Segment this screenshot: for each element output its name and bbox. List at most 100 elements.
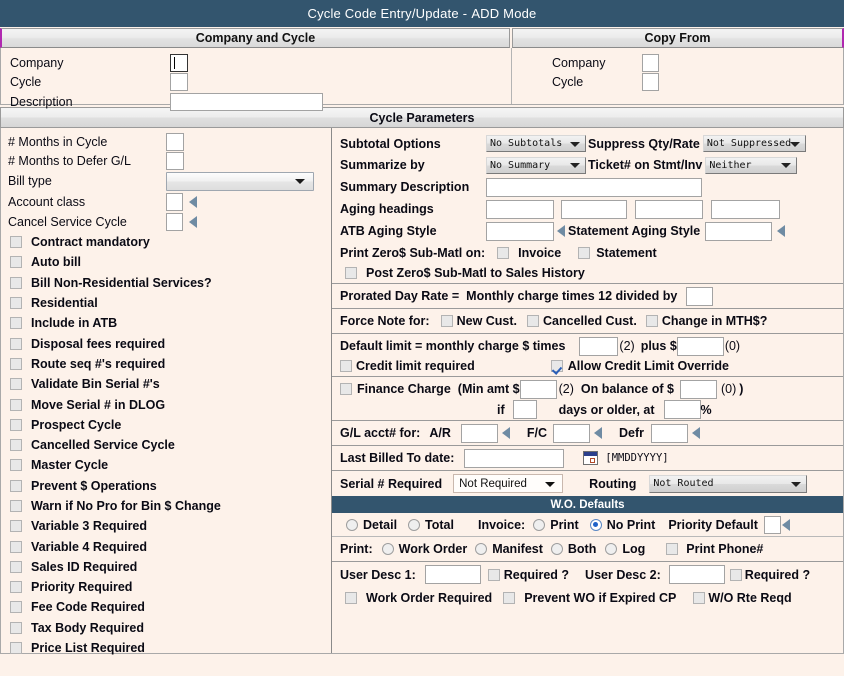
account-class-input[interactable]	[166, 192, 183, 211]
list-item[interactable]: Variable 3 Required	[1, 516, 331, 536]
list-item[interactable]: Disposal fees required	[1, 333, 331, 353]
checkbox[interactable]	[10, 479, 22, 492]
list-item[interactable]: Include in ATB	[1, 313, 331, 333]
subtotal-options-dropdown[interactable]: No Subtotals	[486, 135, 586, 152]
finance-charge-checkbox[interactable]	[340, 383, 352, 395]
months-to-defer-input[interactable]	[166, 151, 184, 170]
checkbox[interactable]	[10, 256, 22, 269]
checkbox[interactable]	[10, 520, 22, 533]
gl-defr-input[interactable]	[651, 423, 689, 443]
list-item[interactable]: Validate Bin Serial #'s	[1, 374, 331, 394]
finance-on-balance-input[interactable]	[679, 379, 717, 399]
summary-description-input[interactable]	[486, 177, 702, 197]
routing-dropdown[interactable]: Not Routed	[649, 474, 808, 493]
atb-aging-style-lookup-icon[interactable]	[557, 225, 565, 237]
checkbox[interactable]	[10, 317, 22, 330]
list-item[interactable]: Prospect Cycle	[1, 415, 331, 435]
gl-ar-input[interactable]	[460, 423, 498, 443]
print-phone-checkbox[interactable]	[666, 543, 679, 555]
allow-credit-override-checkbox[interactable]	[550, 360, 563, 372]
list-item[interactable]: Move Serial # in DLOG	[1, 394, 331, 414]
checkbox[interactable]	[10, 276, 22, 289]
list-item[interactable]: Contract mandatory	[1, 232, 331, 252]
checkbox[interactable]	[10, 337, 22, 350]
checkbox[interactable]	[10, 621, 22, 634]
work-order-required-checkbox[interactable]	[345, 592, 357, 604]
tab-copy-from[interactable]: Copy From	[512, 28, 844, 48]
aging-heading-input-2[interactable]	[561, 199, 627, 219]
list-item[interactable]: Auto bill	[1, 252, 331, 272]
user-desc1-input[interactable]	[424, 565, 481, 584]
prorated-divisor-input[interactable]	[686, 286, 714, 306]
user-desc1-required-checkbox[interactable]	[487, 568, 500, 581]
wo-invoice-print-radio[interactable]	[533, 518, 546, 531]
suppress-qty-rate-dropdown[interactable]: Not Suppressed	[702, 135, 806, 152]
cancel-service-cycle-input[interactable]	[166, 212, 183, 231]
description-input[interactable]	[170, 92, 323, 111]
checkbox[interactable]	[10, 418, 22, 431]
checkbox[interactable]	[10, 236, 22, 249]
list-item[interactable]: Cancelled Service Cycle	[1, 435, 331, 455]
checkbox[interactable]	[10, 560, 22, 573]
wo-total-radio[interactable]	[408, 518, 421, 531]
copy-from-cycle-input[interactable]	[642, 73, 659, 91]
wo-invoice-noprint-radio[interactable]	[589, 518, 602, 531]
statement-aging-style-lookup-icon[interactable]	[777, 225, 786, 237]
months-in-cycle-input[interactable]	[166, 132, 184, 151]
bill-type-dropdown[interactable]	[166, 171, 314, 191]
user-desc2-input[interactable]	[668, 565, 725, 584]
cycle-input[interactable]	[170, 73, 188, 91]
statement-aging-style-input[interactable]	[705, 221, 773, 241]
checkbox[interactable]	[10, 378, 22, 391]
list-item[interactable]: Priority Required	[1, 577, 331, 597]
force-note-new-cust-checkbox[interactable]	[440, 315, 453, 327]
list-item[interactable]: Bill Non-Residential Services?	[1, 273, 331, 293]
list-item[interactable]: Route seq #'s required	[1, 354, 331, 374]
list-item[interactable]: Warn if No Pro for Bin $ Change	[1, 496, 331, 516]
force-note-cancelled-cust-checkbox[interactable]	[527, 315, 540, 327]
user-desc2-required-checkbox[interactable]	[729, 568, 742, 581]
gl-fc-input[interactable]	[553, 423, 591, 443]
print-log-radio[interactable]	[605, 543, 618, 555]
last-billed-input[interactable]	[464, 448, 565, 468]
copy-from-company-input[interactable]	[642, 53, 659, 72]
summarize-by-dropdown[interactable]: No Summary	[486, 156, 586, 174]
finance-rate-input[interactable]	[663, 400, 701, 419]
aging-heading-input-4[interactable]	[711, 199, 780, 219]
checkbox[interactable]	[10, 500, 22, 512]
company-input[interactable]	[170, 53, 188, 72]
list-item[interactable]: Residential	[1, 293, 331, 313]
print-both-radio[interactable]	[550, 543, 563, 555]
wo-rte-reqd-checkbox[interactable]	[693, 592, 706, 604]
wo-detail-radio[interactable]	[346, 518, 358, 531]
checkbox[interactable]	[10, 601, 22, 614]
print-zero-statement-checkbox[interactable]	[578, 246, 591, 259]
checkbox[interactable]	[10, 459, 22, 472]
aging-heading-input-3[interactable]	[635, 199, 703, 219]
print-zero-invoice-checkbox[interactable]	[497, 246, 510, 259]
list-item[interactable]: Sales ID Required	[1, 557, 331, 577]
checkbox[interactable]	[10, 297, 22, 310]
default-limit-times-input[interactable]	[579, 336, 619, 356]
print-manifest-radio[interactable]	[475, 543, 488, 555]
list-item[interactable]: Tax Body Required	[1, 618, 331, 638]
gl-ar-lookup-icon[interactable]	[501, 427, 510, 439]
checkbox[interactable]	[10, 439, 22, 452]
gl-fc-lookup-icon[interactable]	[594, 427, 603, 439]
post-zero-checkbox[interactable]	[345, 267, 357, 279]
list-item[interactable]: Fee Code Required	[1, 597, 331, 617]
finance-days-input[interactable]	[512, 400, 537, 419]
ticket-on-stmt-dropdown[interactable]: Neither	[705, 156, 798, 174]
atb-aging-style-input[interactable]	[486, 221, 554, 241]
aging-heading-input-1[interactable]	[486, 199, 554, 219]
list-item[interactable]: Price List Required	[1, 638, 331, 658]
finance-min-amt-input[interactable]	[519, 379, 557, 399]
wo-priority-default-lookup-icon[interactable]	[781, 518, 790, 531]
checkbox[interactable]	[10, 581, 22, 594]
credit-limit-required-checkbox[interactable]	[340, 360, 352, 372]
tab-company-and-cycle[interactable]: Company and Cycle	[0, 28, 510, 48]
force-note-change-mth-checkbox[interactable]	[645, 315, 658, 327]
checkbox[interactable]	[10, 398, 22, 411]
print-work-order-radio[interactable]	[381, 543, 394, 555]
calendar-icon[interactable]	[583, 451, 599, 465]
